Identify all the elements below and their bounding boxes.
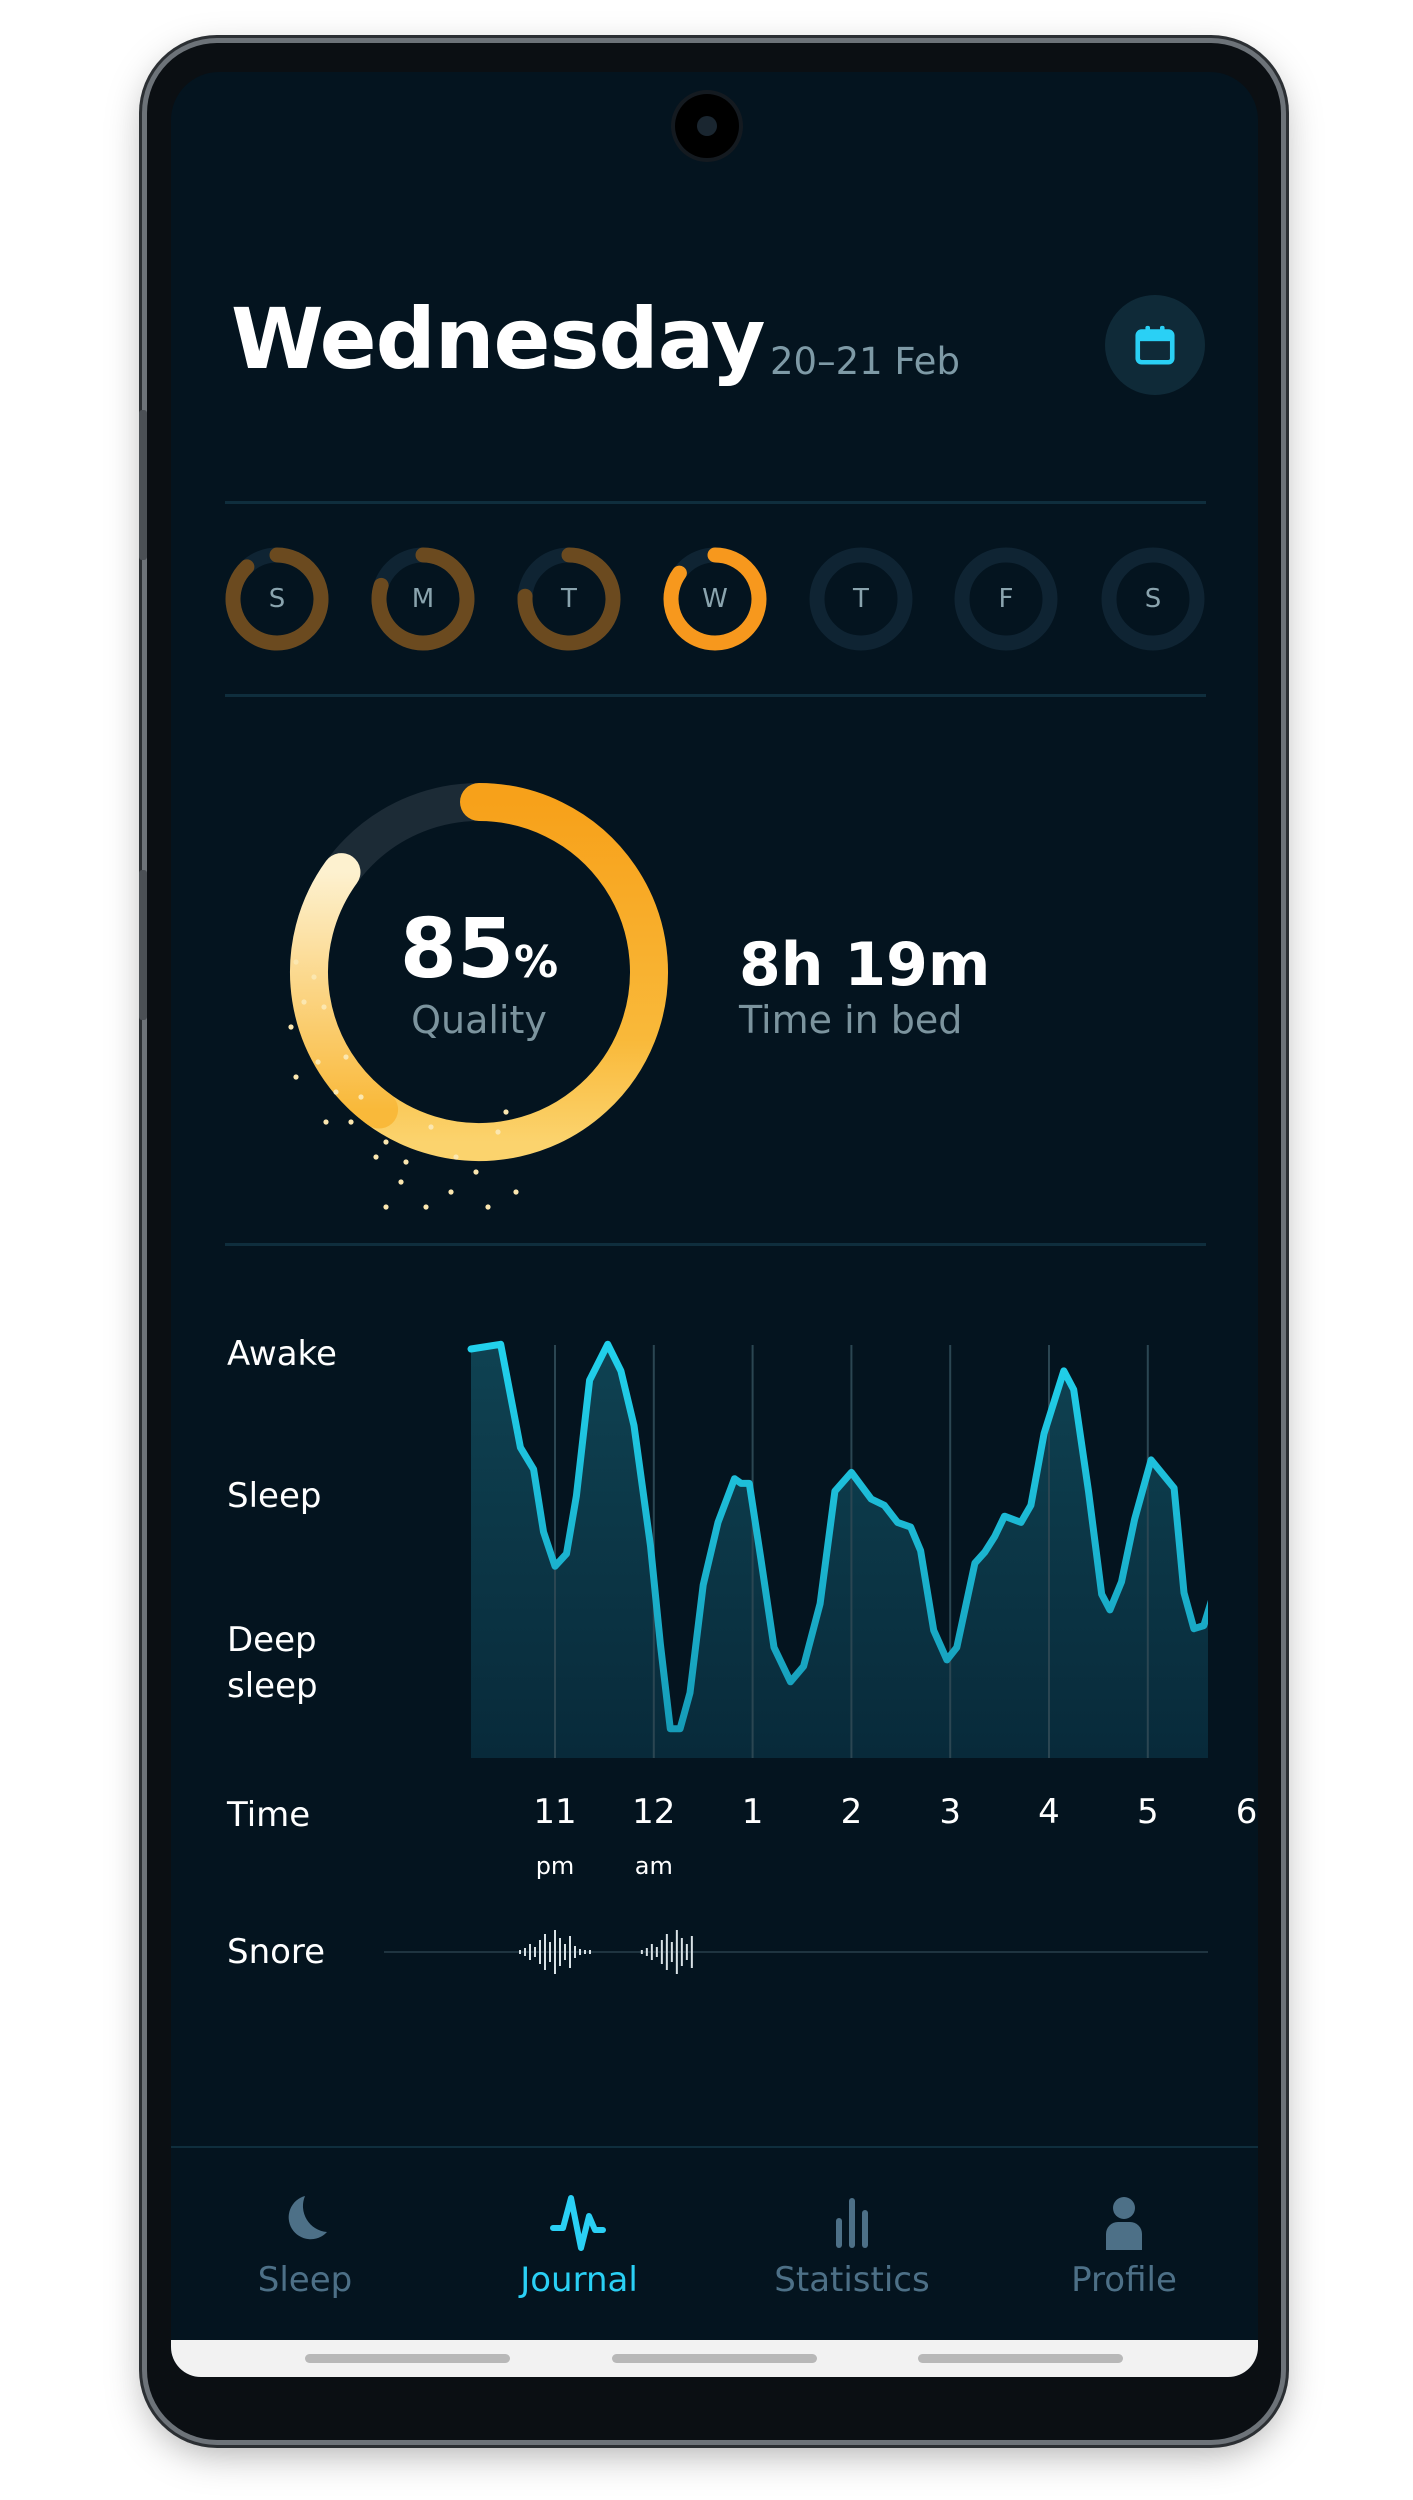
nav-item-journal[interactable]: Journal (469, 2192, 689, 2332)
sparkle-dot (513, 1189, 519, 1195)
divider (225, 694, 1206, 697)
nav-item-statistics[interactable]: Statistics (742, 2192, 962, 2332)
sparkle-dot (323, 1119, 329, 1125)
x-tick-sub: am (634, 1852, 673, 1880)
y-label-deep-sleep: Deep sleep (227, 1620, 318, 1706)
day-label: S (1144, 584, 1162, 614)
sparkle-dot (448, 1189, 454, 1195)
day-label: M (411, 584, 435, 614)
sparkle-dot (348, 1119, 354, 1125)
sparkle-dot (398, 1179, 404, 1185)
front-camera (675, 94, 739, 158)
day-3[interactable]: W (663, 547, 767, 651)
day-1[interactable]: M (371, 547, 475, 651)
sparkle-dot (473, 1169, 479, 1175)
sparkle-dot (503, 1109, 509, 1115)
divider (225, 501, 1206, 504)
sparkle-dot (428, 1124, 434, 1130)
sparkle-dot (495, 1129, 501, 1135)
time-in-bed-label: Time in bed (739, 998, 963, 1042)
x-tick-4: 4 (1038, 1792, 1060, 1832)
sparkle-dot (311, 974, 317, 980)
sparkle-dot (333, 1089, 339, 1095)
sparkle-dot (293, 1074, 299, 1080)
sparkle-dot (358, 1094, 364, 1100)
x-tick-1: 1 (741, 1792, 764, 1832)
moon-icon (288, 2196, 327, 2240)
sleep-stage-chart (467, 1340, 1208, 1758)
sparkle-dot (288, 1024, 294, 1030)
divider (225, 1243, 1206, 1246)
quality-number: 85 (399, 902, 515, 997)
date-range: 20–21 Feb (770, 340, 960, 383)
sparkle-dot (383, 1139, 389, 1145)
snore-waveform[interactable] (519, 1930, 591, 1974)
snore-label: Snore (227, 1932, 326, 1972)
app-screen: Wednesday 20–21 Feb SMTWTFS 85% Quality … (171, 72, 1258, 2377)
x-tick-12: 12 (632, 1792, 676, 1832)
sparkle-dot (383, 1204, 389, 1210)
calendar-button[interactable] (1105, 295, 1205, 395)
person-icon (1106, 2197, 1142, 2250)
nav-item-label: Profile (1071, 2260, 1177, 2300)
x-tick-5: 5 (1136, 1792, 1159, 1832)
x-tick-11: 11 (533, 1792, 577, 1832)
nav-item-label: Journal (520, 2260, 638, 2300)
day-6[interactable]: S (1101, 547, 1205, 651)
sparkle-dot (485, 1204, 491, 1210)
sparkle-dot (453, 1154, 459, 1160)
day-0[interactable]: S (225, 547, 329, 651)
nav-recent-handle[interactable] (305, 2354, 510, 2363)
nav-divider (171, 2146, 1258, 2148)
day-2[interactable]: T (517, 547, 621, 651)
sparkle-dot (293, 959, 299, 965)
sparkle-dot (373, 1154, 379, 1160)
time-in-bed-value: 8h 19m (739, 930, 991, 1000)
calendar-icon (1135, 325, 1175, 365)
nav-home-handle[interactable] (612, 2354, 817, 2363)
day-label: T (561, 584, 577, 614)
nav-item-label: Sleep (257, 2260, 353, 2300)
nav-item-profile[interactable]: Profile (1014, 2192, 1234, 2332)
y-label-awake: Awake (227, 1334, 337, 1374)
sparkle-dot (423, 1204, 429, 1210)
sparkle-dot (315, 1059, 321, 1065)
day-5[interactable]: F (954, 547, 1058, 651)
power-button (139, 870, 147, 1020)
day-label: W (702, 584, 728, 614)
x-tick-sub: pm (535, 1852, 575, 1880)
bar-chart-icon (836, 2198, 868, 2248)
sparkle-dot (343, 1054, 349, 1060)
quality-label: Quality (411, 998, 547, 1042)
nav-item-label: Statistics (774, 2260, 930, 2300)
day-label: S (268, 584, 286, 614)
x-tick-6: 6 (1235, 1792, 1258, 1832)
nav-item-sleep[interactable]: Sleep (195, 2192, 415, 2332)
day-label: F (998, 584, 1014, 614)
sparkle-dot (321, 1004, 327, 1010)
sparkle-dot (403, 1159, 409, 1165)
x-tick-3: 3 (939, 1792, 961, 1832)
nav-back-handle[interactable] (918, 2354, 1123, 2363)
quality-unit: % (514, 937, 559, 988)
y-label-sleep: Sleep (227, 1476, 322, 1516)
x-axis-label: Time (227, 1795, 311, 1835)
sparkle-dot (301, 999, 307, 1005)
snore-track (384, 1930, 1208, 1974)
x-tick-2: 2 (840, 1792, 863, 1832)
pulse-icon (550, 2195, 606, 2251)
volume-button (139, 410, 147, 560)
page-title: Wednesday (231, 290, 766, 388)
day-label: T (853, 584, 869, 614)
quality-value: 85% (329, 902, 629, 997)
day-4[interactable]: T (809, 547, 913, 651)
